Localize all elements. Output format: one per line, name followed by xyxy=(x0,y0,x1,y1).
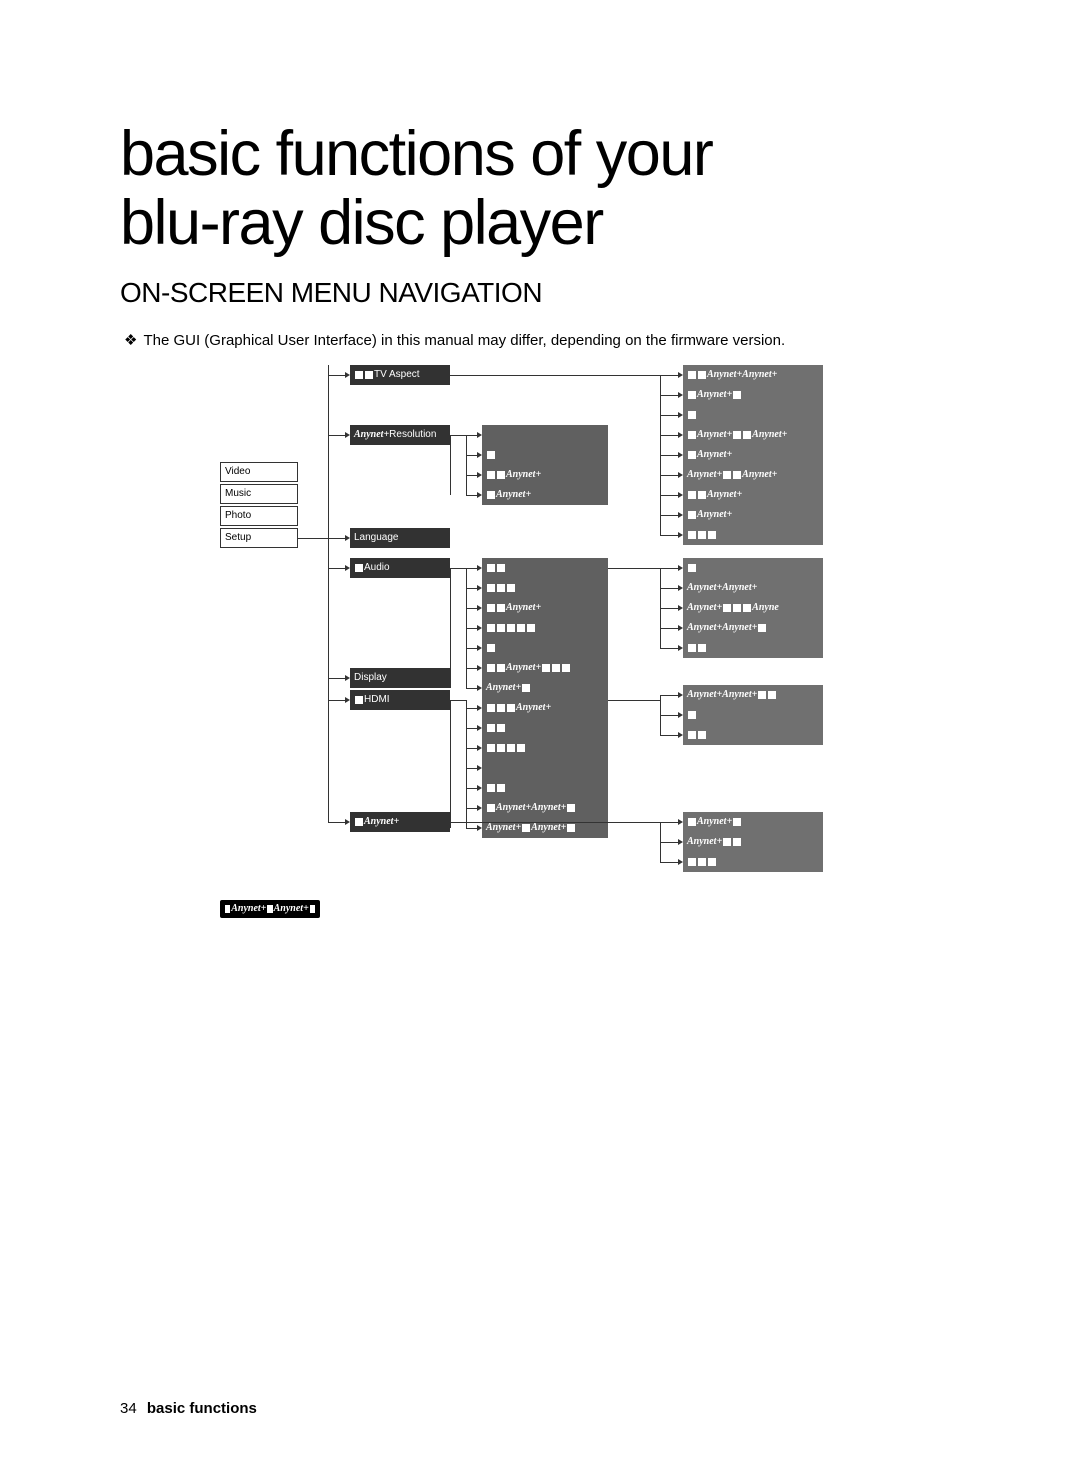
page-title: basic functions of your blu-ray disc pla… xyxy=(120,120,960,259)
section-subtitle: ON-SCREEN MENU NAVIGATION xyxy=(120,277,960,309)
c3-item xyxy=(683,705,823,725)
c3-item xyxy=(683,638,823,658)
c3-item xyxy=(683,852,823,872)
intro-note: The GUI (Graphical User Interface) in th… xyxy=(120,331,960,349)
c1-item: Anynet+ Resolution xyxy=(350,425,450,445)
c2-item xyxy=(482,578,608,598)
c2-item xyxy=(482,638,608,658)
c2-item xyxy=(482,738,608,758)
c2-item: Anynet+ xyxy=(482,465,608,485)
c3-item: Anynet+Anynet+ xyxy=(683,365,823,385)
c3-item xyxy=(683,525,823,545)
page-label: basic functions xyxy=(147,1400,257,1417)
title-line2: blu-ray disc player xyxy=(120,188,603,258)
c3-item: Anynet+Anyne xyxy=(683,598,823,618)
c2-item: Anynet+Anynet+ xyxy=(482,798,608,818)
menu-video: Video xyxy=(220,462,298,482)
c2-item: Anynet+ xyxy=(482,485,608,505)
c3-item: Anynet+ xyxy=(683,812,823,832)
c2-item xyxy=(482,758,608,778)
c2-item: Anynet+ xyxy=(482,698,608,718)
c3-item: Anynet+ xyxy=(683,385,823,405)
c3-item: Anynet+Anynet+ xyxy=(683,685,823,705)
c3-item: Anynet+ xyxy=(683,445,823,465)
menu-setup: Setup xyxy=(220,528,298,548)
c3-item: Anynet+Anynet+ xyxy=(683,465,823,485)
c3-item xyxy=(683,725,823,745)
c3-item: Anynet+ xyxy=(683,505,823,525)
c1-item: Anynet+ xyxy=(350,812,450,832)
c2-item: Anynet+ xyxy=(482,598,608,618)
c2-item xyxy=(482,445,608,465)
c1-item: Display xyxy=(350,668,450,688)
c1-item: Audio xyxy=(350,558,450,578)
c2-item xyxy=(482,558,608,578)
menu-music: Music xyxy=(220,484,298,504)
c3-item: Anynet+ xyxy=(683,832,823,852)
c2-item xyxy=(482,618,608,638)
page-number: 34 xyxy=(120,1400,137,1417)
c3-item xyxy=(683,558,823,578)
c3-item: Anynet+Anynet+ xyxy=(683,425,823,445)
menu-navigation-diagram: Video Music Photo Setup TV Aspect Anynet… xyxy=(220,365,910,905)
c1-item: TV Aspect xyxy=(350,365,450,385)
c2-item xyxy=(482,425,608,445)
footer-pill: Anynet+Anynet+ xyxy=(220,900,320,918)
page-footer: 34 basic functions xyxy=(120,1400,257,1417)
c2-item: Anynet+ xyxy=(482,678,608,698)
c2-item: Anynet+Anynet+ xyxy=(482,818,608,838)
c1-item: Language xyxy=(350,528,450,548)
title-line1: basic functions of your xyxy=(120,119,712,189)
c2-item xyxy=(482,718,608,738)
c3-item: Anynet+Anynet+ xyxy=(683,618,823,638)
c1-item: HDMI xyxy=(350,690,450,710)
c2-item xyxy=(482,778,608,798)
menu-photo: Photo xyxy=(220,506,298,526)
c2-item: Anynet+ xyxy=(482,658,608,678)
c3-item: Anynet+ xyxy=(683,485,823,505)
c3-item: Anynet+Anynet+ xyxy=(683,578,823,598)
c3-item xyxy=(683,405,823,425)
